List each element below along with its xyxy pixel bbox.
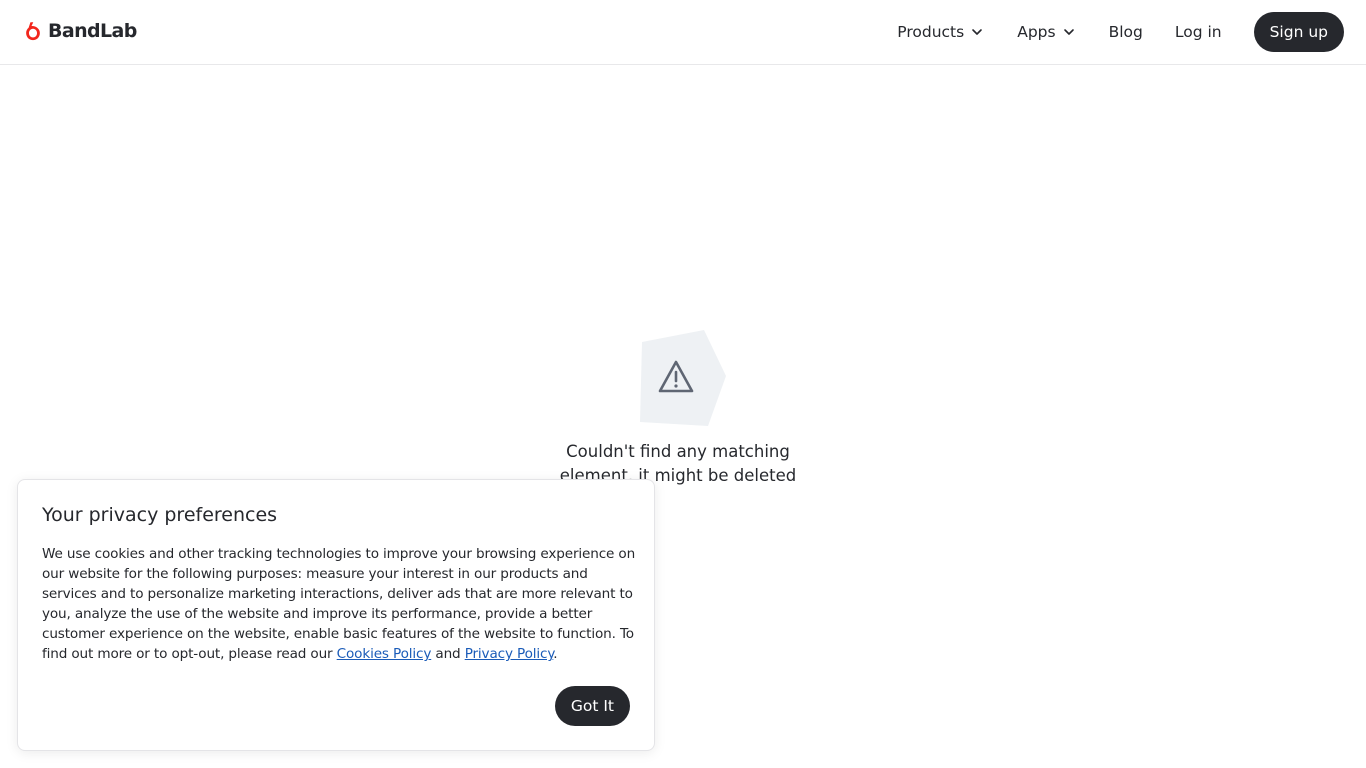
warning-triangle-icon: [640, 330, 726, 426]
nav-blog-link[interactable]: Blog: [1109, 23, 1143, 41]
site-header: BandLab Products Apps Blog Log in Sign u…: [0, 0, 1366, 65]
cookie-banner-text: We use cookies and other tracking techno…: [42, 544, 636, 664]
cookies-policy-link[interactable]: Cookies Policy: [337, 646, 432, 662]
login-link[interactable]: Log in: [1175, 23, 1222, 41]
cookie-text-and: and: [431, 646, 465, 662]
nav-products-label: Products: [897, 23, 965, 41]
cookie-banner: Your privacy preferences We use cookies …: [17, 479, 655, 751]
brand-name: BandLab: [48, 20, 137, 42]
cookie-text-period: .: [553, 646, 558, 662]
nav-apps[interactable]: Apps: [1017, 23, 1075, 41]
bandlab-logo[interactable]: BandLab: [22, 19, 137, 43]
bandlab-logo-icon: [26, 22, 40, 41]
cookie-banner-title: Your privacy preferences: [42, 504, 278, 526]
got-it-button[interactable]: Got It: [554, 686, 630, 726]
nav-apps-label: Apps: [1017, 23, 1056, 41]
privacy-policy-link[interactable]: Privacy Policy: [465, 646, 554, 662]
chevron-down-icon: [1063, 29, 1074, 35]
main-nav: Products Apps Blog Log in Sign up: [897, 12, 1344, 52]
signup-button[interactable]: Sign up: [1253, 12, 1344, 52]
cookie-text-main: We use cookies and other tracking techno…: [42, 546, 636, 662]
nav-products[interactable]: Products: [897, 23, 984, 41]
chevron-down-icon: [972, 29, 983, 35]
empty-state: Couldn't find any matching element, it m…: [540, 330, 816, 488]
